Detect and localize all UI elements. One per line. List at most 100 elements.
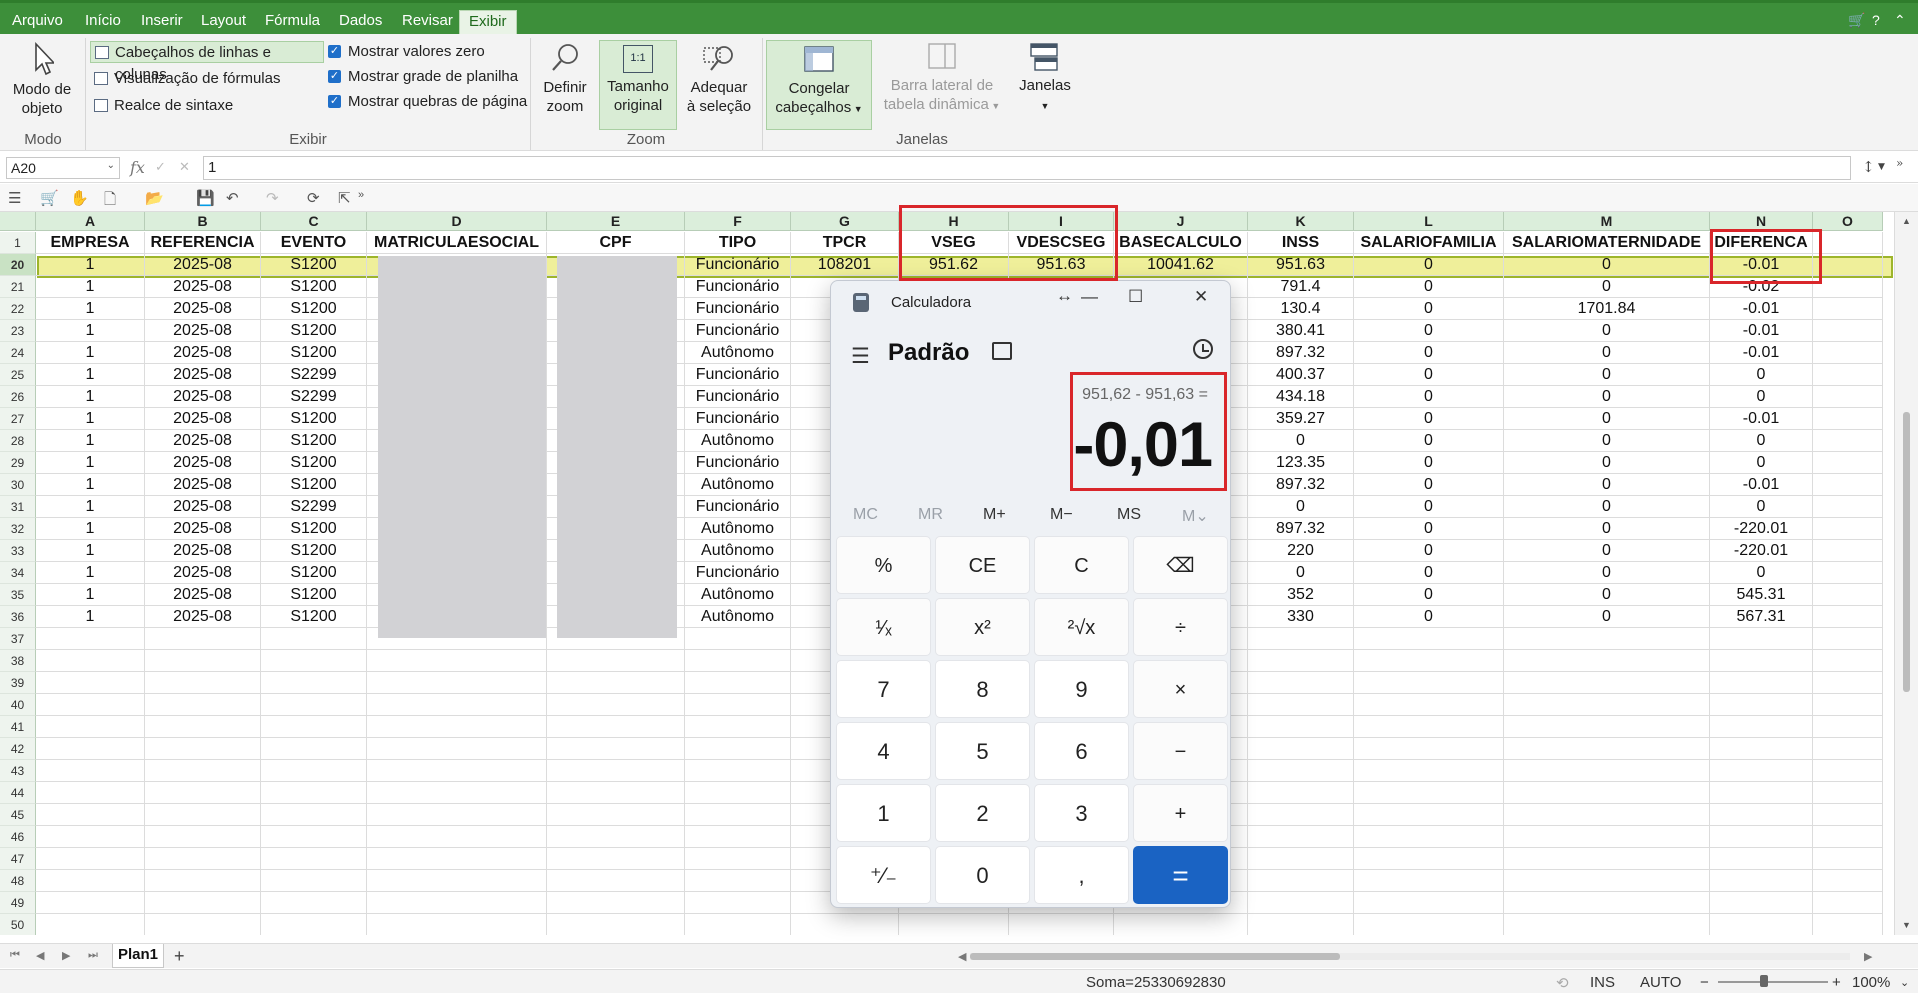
grid-cell[interactable]: [1504, 672, 1710, 694]
grid-cell[interactable]: [1504, 738, 1710, 760]
grid-cell[interactable]: 380.41: [1248, 320, 1354, 342]
grid-cell[interactable]: [261, 870, 367, 892]
grid-cell[interactable]: [547, 672, 685, 694]
scroll-down-icon[interactable]: ▼: [1902, 920, 1911, 930]
grid-cell[interactable]: 0: [1354, 584, 1504, 606]
grid-cell[interactable]: [1710, 870, 1813, 892]
grid-cell[interactable]: S2299: [261, 496, 367, 518]
grid-cell[interactable]: 1: [36, 364, 145, 386]
grid-cell[interactable]: 0: [1354, 364, 1504, 386]
grid-cell[interactable]: S2299: [261, 386, 367, 408]
grid-cell[interactable]: S1200: [261, 254, 367, 276]
grid-cell[interactable]: [145, 738, 261, 760]
grid-cell[interactable]: 1: [36, 408, 145, 430]
grid-cell[interactable]: 567.31: [1710, 606, 1813, 628]
grid-cell[interactable]: 0: [1710, 364, 1813, 386]
horizontal-scrollbar[interactable]: ◀ ▶: [958, 950, 1880, 963]
grid-cell[interactable]: 1: [36, 298, 145, 320]
grid-cell[interactable]: [547, 892, 685, 914]
grid-cell[interactable]: [791, 914, 899, 935]
refresh-icon[interactable]: ⟳: [307, 189, 320, 207]
grid-cell[interactable]: [685, 672, 791, 694]
grid-cell[interactable]: Funcionário: [685, 298, 791, 320]
digit-7-button[interactable]: 7: [836, 660, 931, 718]
menu-layout[interactable]: Layout: [201, 12, 246, 29]
scrollbar-thumb[interactable]: [970, 953, 1340, 960]
grid-cell[interactable]: [1710, 892, 1813, 914]
grid-cell[interactable]: [1248, 738, 1354, 760]
digit-6-button[interactable]: 6: [1034, 722, 1129, 780]
grid-cell[interactable]: S1200: [261, 342, 367, 364]
grid-cell[interactable]: 2025-08: [145, 342, 261, 364]
grid-cell[interactable]: [1504, 826, 1710, 848]
grid-cell[interactable]: [1354, 914, 1504, 935]
chevron-down-icon[interactable]: ▼: [1878, 162, 1885, 172]
zoom-slider-thumb[interactable]: [1760, 975, 1768, 987]
grid-cell[interactable]: 330: [1248, 606, 1354, 628]
grid-cell[interactable]: [1710, 672, 1813, 694]
grid-cell[interactable]: [1813, 672, 1883, 694]
grid-cell[interactable]: [1248, 694, 1354, 716]
grid-cell[interactable]: [367, 914, 547, 935]
grid-cell[interactable]: 1: [36, 474, 145, 496]
grid-cell[interactable]: Funcionário: [685, 408, 791, 430]
grid-cell[interactable]: [1504, 628, 1710, 650]
grid-cell[interactable]: [1710, 848, 1813, 870]
grid-cell[interactable]: [1248, 914, 1354, 935]
grid-cell[interactable]: [1009, 914, 1114, 935]
digit-0-button[interactable]: 0: [935, 846, 1030, 904]
formula-view-toggle[interactable]: Visualização de fórmulas: [90, 68, 290, 90]
backspace-button[interactable]: ⌫: [1133, 536, 1228, 594]
grid-cell[interactable]: [261, 804, 367, 826]
grid-cell[interactable]: 1701.84: [1504, 298, 1710, 320]
grid-cell[interactable]: [1710, 804, 1813, 826]
grid-cell[interactable]: 0: [1504, 342, 1710, 364]
grid-cell[interactable]: [1504, 848, 1710, 870]
grid-cell[interactable]: 2025-08: [145, 364, 261, 386]
row-header-44[interactable]: 44: [0, 782, 36, 804]
grid-cell[interactable]: 2025-08: [145, 408, 261, 430]
grid-cell[interactable]: 0: [1504, 320, 1710, 342]
column-header-c[interactable]: C: [261, 212, 367, 231]
grid-cell[interactable]: [1504, 782, 1710, 804]
grid-cell[interactable]: 2025-08: [145, 474, 261, 496]
grid-cell[interactable]: [1354, 892, 1504, 914]
row-header-29[interactable]: 29: [0, 452, 36, 474]
next-sheet-icon[interactable]: ▶: [62, 949, 70, 962]
sheet-tab-plan1[interactable]: Plan1: [112, 944, 164, 968]
grid-cell[interactable]: Funcionário: [685, 320, 791, 342]
grid-cell[interactable]: Funcionário: [685, 386, 791, 408]
grid-cell[interactable]: [1354, 628, 1504, 650]
grid-cell[interactable]: [145, 914, 261, 935]
vertical-scrollbar[interactable]: ▲ ▼: [1894, 212, 1918, 935]
grid-cell[interactable]: [36, 848, 145, 870]
grid-cell[interactable]: [685, 914, 791, 935]
grid-cell[interactable]: [36, 914, 145, 935]
grid-cell[interactable]: [1813, 914, 1883, 935]
row-header-41[interactable]: 41: [0, 716, 36, 738]
grid-cell[interactable]: 0: [1248, 496, 1354, 518]
grid-cell[interactable]: [367, 848, 547, 870]
header-cell[interactable]: BASECALCULO: [1114, 232, 1248, 254]
grid-cell[interactable]: 951.63: [1248, 254, 1354, 276]
header-cell[interactable]: EMPRESA: [36, 232, 145, 254]
grid-cell[interactable]: [547, 650, 685, 672]
grid-cell[interactable]: [36, 738, 145, 760]
grid-cell[interactable]: 897.32: [1248, 342, 1354, 364]
name-box[interactable]: A20 ⌄: [6, 157, 120, 179]
grid-cell[interactable]: Autônomo: [685, 430, 791, 452]
grid-cell[interactable]: 0: [1710, 496, 1813, 518]
divide-button[interactable]: ÷: [1133, 598, 1228, 656]
grid-cell[interactable]: 1: [36, 430, 145, 452]
grid-cell[interactable]: S1200: [261, 606, 367, 628]
grid-cell[interactable]: [1354, 782, 1504, 804]
grid-cell[interactable]: [367, 892, 547, 914]
square-button[interactable]: x²: [935, 598, 1030, 656]
header-cell[interactable]: SALARIOFAMILIA: [1354, 232, 1504, 254]
expand-formula-icon[interactable]: ↕: [1862, 158, 1875, 176]
grid-cell[interactable]: [367, 650, 547, 672]
grid-cell[interactable]: [547, 914, 685, 935]
insert-mode-indicator[interactable]: INS: [1590, 974, 1615, 991]
function-icon[interactable]: fx: [130, 158, 145, 177]
row-header-37[interactable]: 37: [0, 628, 36, 650]
